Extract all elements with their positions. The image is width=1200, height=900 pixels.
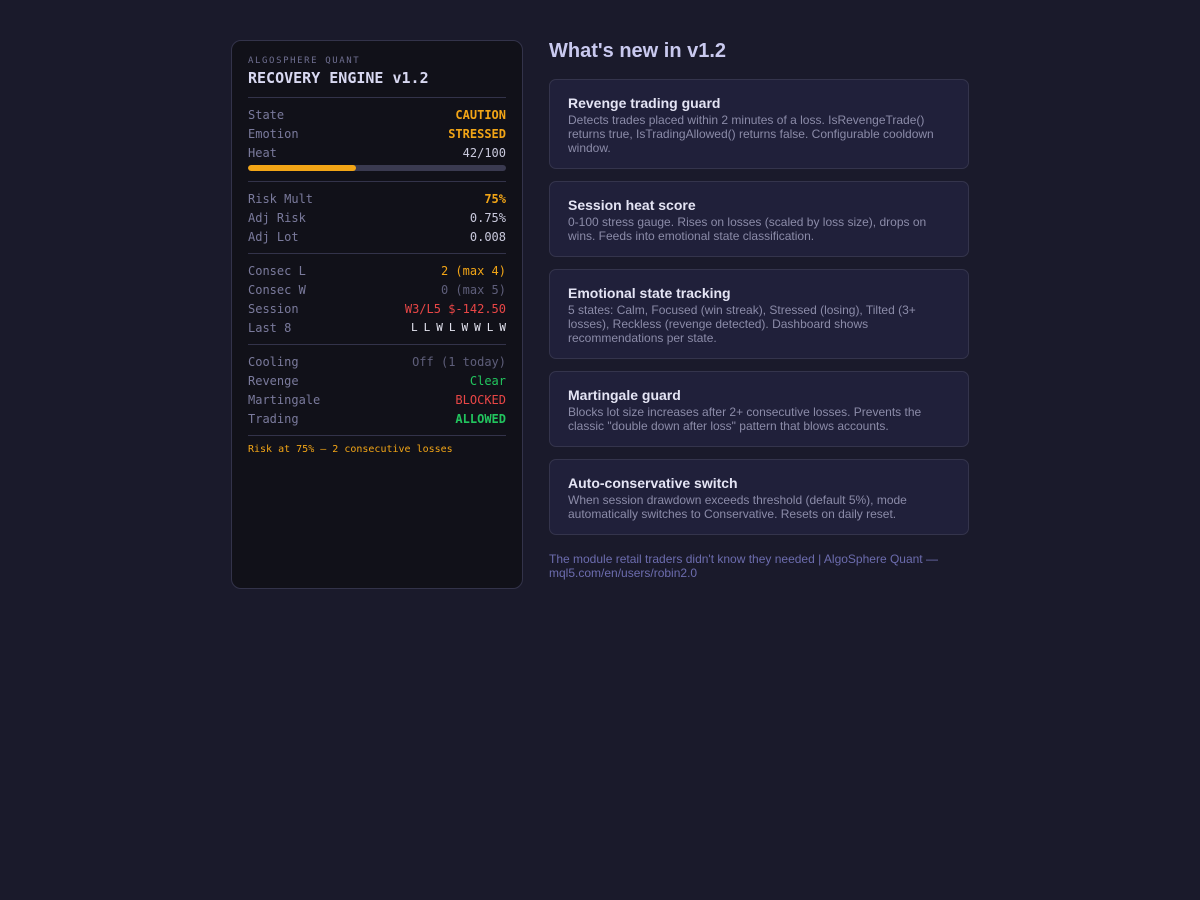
state-row: State CAUTION (248, 105, 506, 124)
adj-risk-value: 0.75% (469, 210, 506, 225)
release-heading: What's new in v1.2 (549, 40, 727, 62)
consec-w-row: Consec W 0 (max 5) (248, 280, 506, 299)
feature-card: Revenge trading guard Detects trades pla… (549, 79, 969, 169)
trade-result: W (499, 321, 506, 334)
martingale-row: Martingale BLOCKED (248, 390, 506, 409)
credit-line: The module retail traders didn't know th… (549, 552, 938, 580)
risk-section: Risk Mult 75% Adj Risk 0.75% Adj Lot 0.0… (248, 182, 506, 246)
trading-row: Trading ALLOWED (248, 409, 506, 428)
session-row: Session W3/L5 $-142.50 (248, 299, 506, 318)
feature-card: Auto-conservative switch When session dr… (549, 459, 969, 535)
session-label: Session (248, 301, 299, 316)
trade-result: L (486, 321, 494, 334)
feature-card: Martingale guard Blocks lot size increas… (549, 371, 969, 447)
emotion-label: Emotion (248, 126, 299, 141)
state-label: State (248, 107, 285, 122)
trade-result: W (461, 321, 469, 334)
feature-description: 5 states: Calm, Focused (win streak), St… (568, 303, 916, 345)
last8-row: Last 8 L L W L W W L W (248, 318, 506, 337)
guards-section: Cooling Off (1 today) Revenge Clear Mart… (248, 345, 506, 428)
revenge-row: Revenge Clear (248, 371, 506, 390)
feature-card: Session heat score 0-100 stress gauge. R… (549, 181, 969, 257)
recovery-engine-panel: ALGOSPHERE QUANT RECOVERY ENGINE v1.2 St… (231, 40, 523, 589)
consec-w-label: Consec W (248, 282, 306, 297)
heat-row: Heat 42/100 (248, 143, 506, 162)
emotion-value: STRESSED (448, 126, 506, 141)
consec-w-value: 0 (max 5) (440, 282, 506, 297)
adj-risk-label: Adj Risk (248, 210, 306, 225)
feature-description: 0-100 stress gauge. Rises on losses (sca… (568, 215, 927, 243)
heat-label: Heat (248, 145, 277, 160)
last8-label: Last 8 (248, 320, 292, 335)
feature-card: Emotional state tracking 5 states: Calm,… (549, 269, 969, 359)
streak-section: Consec L 2 (max 4) Consec W 0 (max 5) Se… (248, 254, 506, 337)
adj-risk-row: Adj Risk 0.75% (248, 208, 506, 227)
martingale-value: BLOCKED (455, 392, 506, 407)
risk-mult-row: Risk Mult 75% (248, 189, 506, 208)
trade-result: L (423, 321, 431, 334)
feature-description: Detects trades placed within 2 minutes o… (568, 113, 934, 155)
release-notes: What's new in v1.2 Revenge trading guard… (549, 38, 969, 580)
adj-lot-value: 0.008 (469, 229, 506, 244)
trading-value: ALLOWED (455, 411, 506, 426)
revenge-label: Revenge (248, 373, 299, 388)
adj-lot-label: Adj Lot (248, 229, 299, 244)
feature-title: Emotional state tracking (568, 285, 731, 301)
cooling-row: Cooling Off (1 today) (248, 352, 506, 371)
feature-description: When session drawdown exceeds threshold … (568, 493, 907, 521)
heat-bar (248, 165, 506, 171)
last8-results: L L W L W W L W (411, 321, 506, 334)
consec-l-row: Consec L 2 (max 4) (248, 261, 506, 280)
trading-label: Trading (248, 411, 299, 426)
martingale-label: Martingale (248, 392, 321, 407)
divider (248, 435, 506, 436)
heat-bar-fill (248, 165, 357, 171)
trade-result: W (474, 321, 481, 334)
feature-description: Blocks lot size increases after 2+ conse… (568, 405, 922, 433)
consec-l-label: Consec L (248, 263, 306, 278)
trade-result: W (436, 321, 443, 334)
risk-mult-value: 75% (484, 191, 506, 206)
feature-title: Martingale guard (568, 387, 681, 403)
session-value: W3/L5 $-142.50 (404, 301, 506, 316)
cooling-value: Off (1 today) (412, 354, 506, 369)
emotion-row: Emotion STRESSED (248, 124, 506, 143)
risk-footnote: Risk at 75% — 2 consecutive losses (248, 444, 453, 455)
consec-l-value: 2 (max 4) (440, 263, 506, 278)
adj-lot-row: Adj Lot 0.008 (248, 227, 506, 246)
cooling-label: Cooling (248, 354, 299, 369)
revenge-value: Clear (469, 373, 506, 388)
heat-value: 42/100 (462, 145, 506, 160)
trade-result: L (448, 321, 456, 334)
trade-result: L (411, 321, 418, 334)
risk-mult-label: Risk Mult (248, 191, 314, 206)
state-section: State CAUTION Emotion STRESSED Heat 42/1… (248, 98, 506, 171)
feature-title: Revenge trading guard (568, 95, 721, 111)
panel-title: RECOVERY ENGINE v1.2 (248, 69, 429, 87)
feature-title: Auto-conservative switch (568, 475, 738, 491)
brand-label: ALGOSPHERE QUANT (248, 56, 361, 66)
state-value: CAUTION (455, 107, 506, 122)
feature-title: Session heat score (568, 197, 696, 213)
